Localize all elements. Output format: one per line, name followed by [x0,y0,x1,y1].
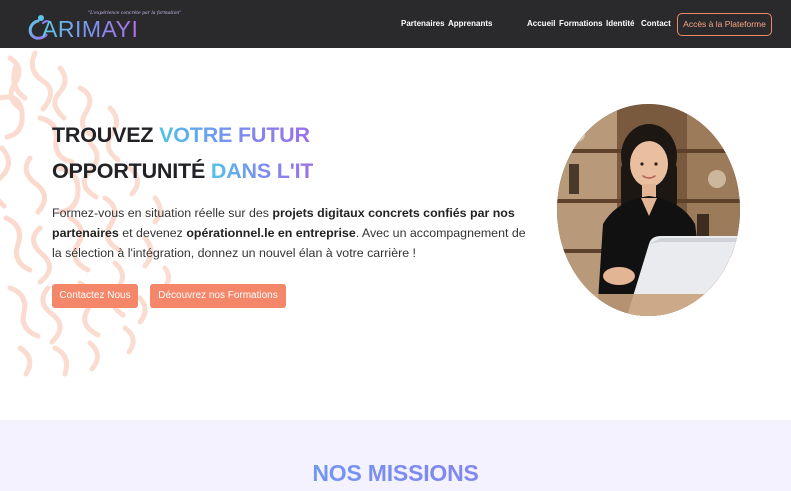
platform-access-button[interactable]: Accès à la Plateforme [677,13,772,36]
contact-us-button[interactable]: Contactez Nous [52,284,138,308]
nav-partenaires[interactable]: Partenaires [401,19,445,29]
hero-title-line2-dark: OPPORTUNITÉ [52,159,206,183]
nav-accueil[interactable]: Accueil [527,19,555,29]
hero-text-bold-2: opérationnel.le en entreprise [186,226,356,240]
hero-title-line2-gradient: DANS L'IT [210,159,314,183]
nav-identite[interactable]: Identité [606,19,634,29]
hero-text-part-1: Formez-vous en situation réelle sur des [52,206,273,220]
logo[interactable]: ARIMAYI "L'expérience concrète par la fo… [26,9,181,42]
hero-section: TROUVEZ VOTRE FUTUR OPPORTUNITÉ DANS L'I… [0,48,791,418]
nav-apprenants[interactable]: Apprenants [448,19,492,29]
hero-title-line1-gradient: VOTRE FUTUR [159,123,310,147]
logo-tagline: "L'expérience concrète par la formation" [88,11,182,16]
navbar: ARIMAYI "L'expérience concrète par la fo… [0,0,791,48]
nav-contact[interactable]: Contact [641,19,671,29]
hero-description: Formez-vous en situation réelle sur des … [52,203,527,263]
missions-section: NOS MISSIONS [0,420,791,491]
hero-portrait-photo [557,104,740,316]
hero-text-part-2: et devenez [118,226,187,240]
missions-title: NOS MISSIONS [0,460,791,487]
hero-title: TROUVEZ VOTRE FUTUR OPPORTUNITÉ DANS L'I… [52,117,314,189]
logo-text: ARIMAYI [42,16,139,42]
hero-title-line1-dark: TROUVEZ [52,123,154,147]
discover-formations-button[interactable]: Découvrez nos Formations [150,284,286,308]
nav-formations[interactable]: Formations [559,19,603,29]
